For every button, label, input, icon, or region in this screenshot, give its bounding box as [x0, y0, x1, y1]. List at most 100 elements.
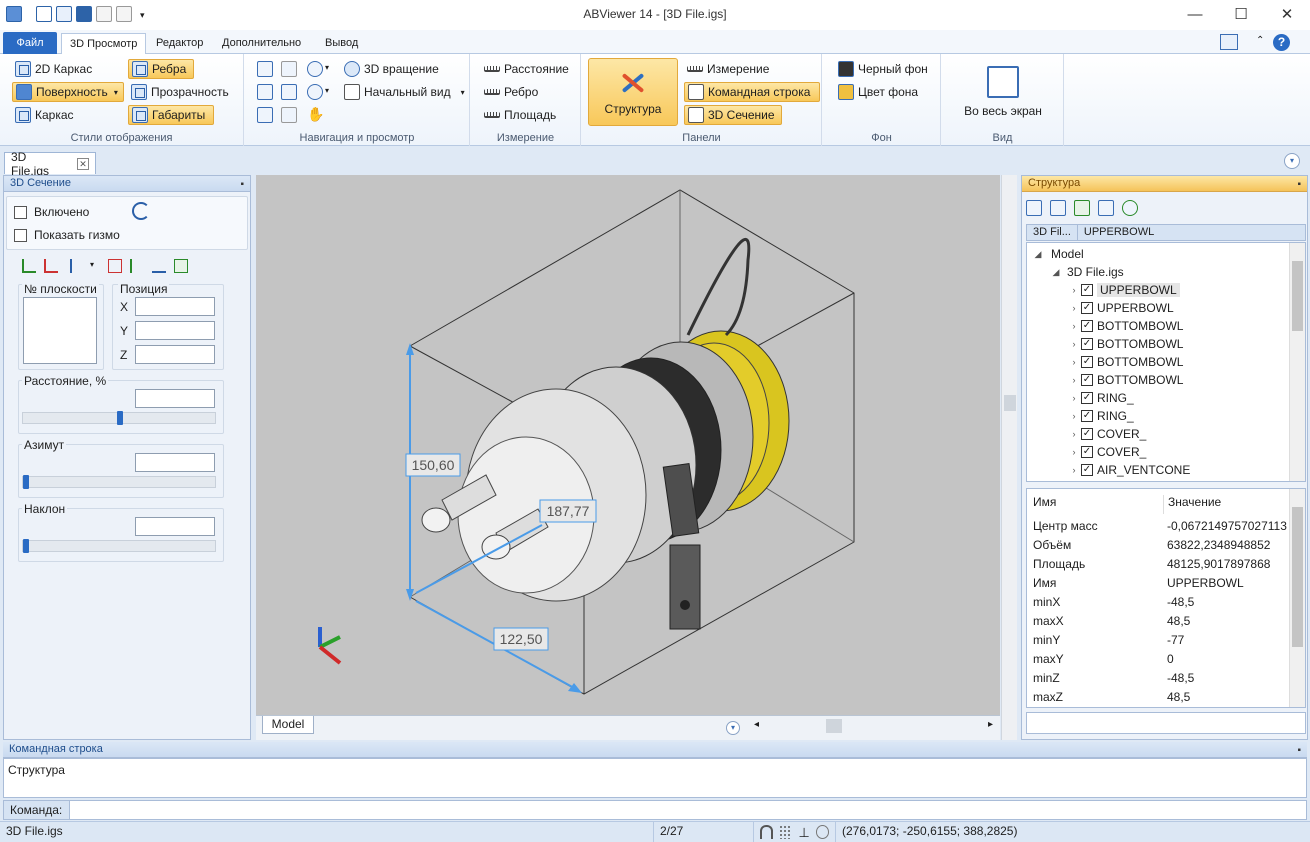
expand-icon[interactable]: ›	[1067, 411, 1081, 421]
grid-icon[interactable]	[779, 825, 793, 839]
bg-color-button[interactable]: Цвет фона	[835, 82, 921, 102]
pan-view-icon[interactable]	[257, 61, 273, 77]
pin-icon[interactable]: ▪	[1297, 743, 1301, 758]
property-row[interactable]: minX -48,5	[1033, 595, 1289, 614]
property-row[interactable]: maxX 48,5	[1033, 614, 1289, 633]
property-row[interactable]: minY -77	[1033, 633, 1289, 652]
area-button[interactable]: Площадь	[481, 105, 559, 125]
view-3d-preset-icon[interactable]	[257, 107, 273, 123]
property-row[interactable]: minZ -48,5	[1033, 671, 1289, 690]
fit-plane-icon[interactable]	[174, 259, 188, 273]
doc-menu-icon[interactable]: ▾	[1284, 153, 1300, 169]
azimuth-slider[interactable]	[22, 475, 216, 489]
doc-tab-3dfile[interactable]: 3D File.igs ✕	[4, 150, 96, 178]
breadcrumb-item[interactable]: UPPERBOWL	[1078, 225, 1160, 240]
tree-item-checkbox[interactable]: ✓	[1081, 356, 1093, 368]
ortho-icon[interactable]: ⊥	[798, 823, 809, 842]
section3d-button[interactable]: 3D Сечение	[684, 105, 782, 125]
bounds-button[interactable]: Габариты	[128, 105, 214, 125]
vertical-scroll-thumb[interactable]	[1004, 395, 1016, 411]
expand-icon[interactable]: ◢	[1031, 249, 1045, 260]
zoom-extents-icon[interactable]	[257, 84, 273, 100]
vertical-layout-icon[interactable]	[1050, 200, 1066, 216]
vertical-scrollbar[interactable]	[1001, 175, 1017, 740]
black-bg-button[interactable]: Черный фон	[835, 59, 931, 79]
polar-icon[interactable]	[815, 825, 829, 839]
position-y-input[interactable]	[135, 321, 215, 340]
flip-dropdown-icon[interactable]: ▾	[90, 260, 94, 269]
tilt-slider[interactable]	[22, 539, 216, 553]
property-row[interactable]: maxY 0	[1033, 652, 1289, 671]
distance-input[interactable]	[135, 389, 215, 408]
breadcrumb-file[interactable]: 3D Fil...	[1027, 225, 1078, 240]
tree-item-checkbox[interactable]: ✓	[1081, 284, 1093, 296]
zoom-previous-icon[interactable]	[281, 107, 297, 123]
expand-icon[interactable]: ›	[1067, 339, 1081, 349]
initial-view-button[interactable]: Начальный вид ▾	[341, 82, 468, 102]
tree-scroll-thumb[interactable]	[1292, 261, 1303, 331]
transparency-button[interactable]: Прозрачность	[128, 82, 232, 102]
tilt-slider-thumb[interactable]	[23, 539, 29, 553]
maximize-button[interactable]: ☐	[1218, 0, 1264, 30]
distance-slider-thumb[interactable]	[117, 411, 123, 425]
tree-item[interactable]: › ✓ RING_	[1067, 407, 1305, 425]
property-row[interactable]: Площадь 48125,9017897868	[1033, 557, 1289, 576]
settings-icon[interactable]	[1122, 200, 1138, 216]
refresh-icon[interactable]	[1074, 200, 1090, 216]
property-row[interactable]: Объём 63822,2348948852	[1033, 538, 1289, 557]
hand-pan-icon[interactable]: ✋	[307, 107, 324, 123]
tree-scrollbar[interactable]	[1289, 243, 1305, 481]
zoom-in-dropdown-icon[interactable]: ▾	[325, 63, 329, 72]
tab-3d-view[interactable]: 3D Просмотр	[61, 33, 147, 54]
enabled-checkbox[interactable]	[14, 206, 27, 219]
fit-view-icon[interactable]	[281, 84, 297, 100]
remove-plane-icon[interactable]	[44, 259, 58, 273]
plane-list[interactable]	[23, 297, 97, 364]
layouts-menu-icon[interactable]: ▾	[726, 721, 740, 735]
tree-item[interactable]: › ✓ UPPERBOWL	[1067, 299, 1305, 317]
flip-plane-icon[interactable]	[70, 259, 84, 273]
plane-z-icon[interactable]	[152, 259, 166, 273]
show-gizmo-checkbox[interactable]	[14, 229, 27, 242]
horizontal-layout-icon[interactable]	[1026, 200, 1042, 216]
tree-item-checkbox[interactable]: ✓	[1081, 446, 1093, 458]
3d-viewport[interactable]: 150,60 187,77 122,50	[256, 175, 1000, 715]
property-row[interactable]: Имя UPPERBOWL	[1033, 576, 1289, 595]
tab-output[interactable]: Вывод	[317, 33, 366, 54]
tree-item-checkbox[interactable]: ✓	[1081, 428, 1093, 440]
fuel-filter-model[interactable]	[421, 238, 790, 630]
tree-item-checkbox[interactable]: ✓	[1081, 338, 1093, 350]
tree-item[interactable]: › ✓ BOTTOMBOWL	[1067, 371, 1305, 389]
expand-icon[interactable]: ›	[1067, 303, 1081, 313]
edges-button[interactable]: Ребра	[128, 59, 194, 79]
tree-item-checkbox[interactable]: ✓	[1081, 392, 1093, 404]
expand-icon[interactable]: ›	[1067, 375, 1081, 385]
rotate3d-button[interactable]: 3D вращение	[341, 59, 442, 79]
zoom-out-icon[interactable]	[307, 84, 323, 100]
tree-item[interactable]: › ✓ COVER_	[1067, 425, 1305, 443]
command-line-button[interactable]: Командная строка	[684, 82, 820, 102]
export-icon[interactable]	[1098, 200, 1114, 216]
pin-icon[interactable]: ▪	[240, 177, 244, 192]
magnet-icon[interactable]	[760, 825, 774, 839]
pin-icon[interactable]: ▪	[1297, 177, 1301, 192]
azimuth-input[interactable]	[135, 453, 215, 472]
expand-icon[interactable]: ◢	[1049, 267, 1063, 278]
position-x-input[interactable]	[135, 297, 215, 316]
tab-file[interactable]: Файл	[3, 32, 57, 54]
frame2d-button[interactable]: 2D Каркас	[12, 59, 95, 79]
expand-icon[interactable]: ›	[1067, 357, 1081, 367]
tree-item[interactable]: › ✓ BOTTOMBOWL	[1067, 353, 1305, 371]
expand-icon[interactable]: ›	[1067, 393, 1081, 403]
scroll-left-icon[interactable]: ◂	[754, 719, 759, 730]
command-input-bar[interactable]: Команда:	[3, 800, 1307, 820]
structure-panel-button[interactable]: Структура	[588, 58, 678, 126]
horizontal-scroll-thumb[interactable]	[826, 719, 842, 733]
tilt-input[interactable]	[135, 517, 215, 536]
fullscreen-button[interactable]: Во весь экран	[950, 62, 1056, 122]
close-tab-icon[interactable]: ✕	[77, 157, 89, 170]
tree-item-checkbox[interactable]: ✓	[1081, 320, 1093, 332]
tree-item[interactable]: › ✓ BOTTOMBOWL	[1067, 335, 1305, 353]
distance-button[interactable]: Расстояние	[481, 59, 572, 79]
plane-y-icon[interactable]	[130, 259, 144, 273]
